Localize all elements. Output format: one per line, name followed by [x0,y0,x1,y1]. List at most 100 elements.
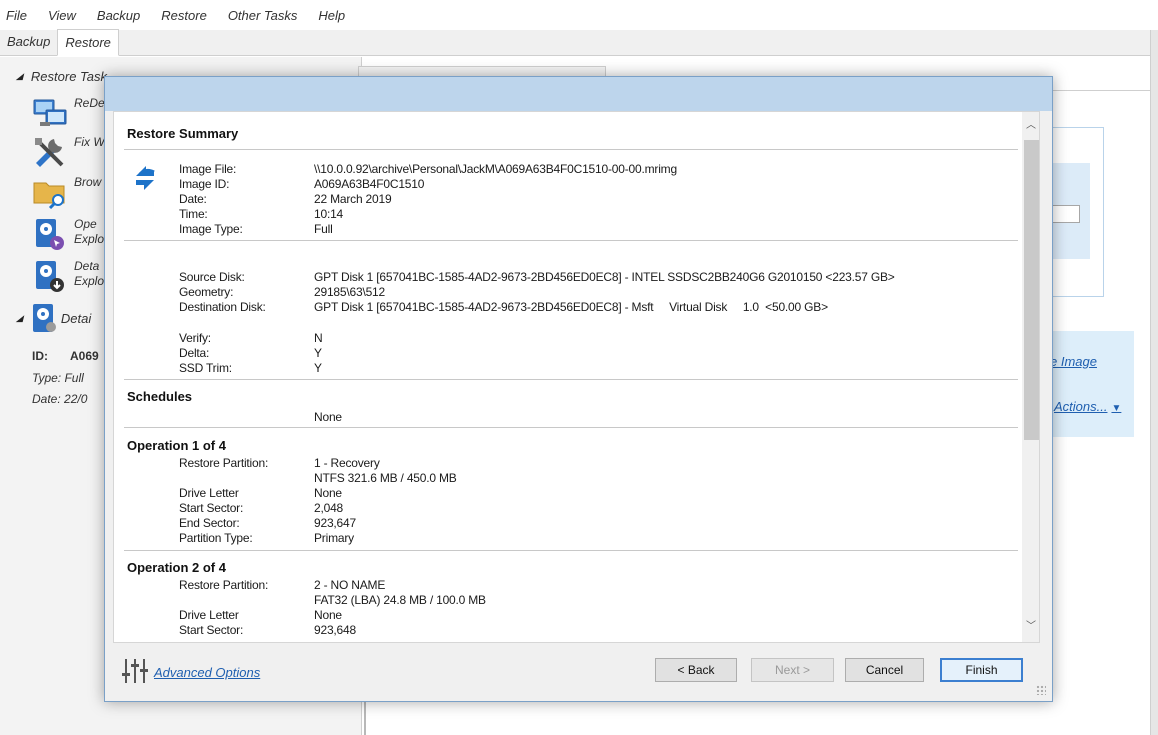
op2-label: Restore Partition: [179,578,269,592]
disk-detach-icon [32,259,68,293]
op2-value: 923,648 [314,623,356,637]
row-delta: Delta: Y [114,346,1014,361]
op2-value: 2 - NO NAME [314,578,386,592]
op1-label: End Sector: [179,516,240,530]
task-browse[interactable]: Brow [32,175,102,210]
row-schedules: None [114,410,1014,425]
menu-file[interactable]: File [6,8,27,23]
menu-restore[interactable]: Restore [161,8,207,23]
op1-label: Start Sector: [179,501,244,515]
row-geometry: Geometry: 29185\63\512 [114,285,1014,300]
op1-value: None [314,486,342,500]
back-button[interactable]: < Back [655,658,737,682]
label-ssd-trim: SSD Trim: [179,361,232,375]
op1-row: Partition Type: Primary [114,531,1014,546]
tools-icon [32,135,68,169]
op2-value: FAT32 (LBA) 24.8 MB / 100.0 MB [314,593,486,607]
row-date: Date: 22 March 2019 [114,192,1014,207]
row-verify: Verify: N [114,331,1014,346]
advanced-options-link[interactable]: Advanced Options [154,665,260,680]
label-image-id: Image ID: [179,177,230,191]
task-detach-explorer-label: Deta Explo [74,259,104,289]
label-verify: Verify: [179,331,211,345]
op1-label: Drive Letter [179,486,239,500]
task-redeploy[interactable]: ReDe [32,96,105,130]
separator [124,379,1018,380]
op1-value: 1 - Recovery [314,456,380,470]
task-fix-windows[interactable]: Fix W [32,135,105,169]
summary-scrollbar[interactable]: ︿ ﹀ [1022,112,1039,642]
op2-value: None [314,608,342,622]
value-time: 10:14 [314,207,344,221]
task-open-explorer[interactable]: Ope Explo [32,217,104,251]
details-heading-label: Detai [60,310,92,326]
op2-label: Start Sector: [179,623,244,637]
menu-help[interactable]: Help [318,8,345,23]
op1-value: NTFS 321.6 MB / 450.0 MB [314,471,457,485]
op2-row: Drive Letter None [114,608,1014,623]
background-image-link[interactable]: e Image [1050,354,1097,369]
label-delta: Delta: [179,346,210,360]
scroll-down-icon[interactable]: ﹀ [1022,617,1039,637]
label-source-disk: Source Disk: [179,270,245,284]
op1-row: NTFS 321.6 MB / 450.0 MB [114,471,1014,486]
row-time: Time: 10:14 [114,207,1014,222]
op2-row: Start Sector: 923,648 [114,623,1014,638]
detail-type-text: Type: Full [32,371,84,385]
row-destination-disk: Destination Disk: GPT Disk 1 [657041BC-15… [114,300,1014,315]
menu-view[interactable]: View [48,8,76,23]
task-detach-explorer[interactable]: Deta Explo [32,259,104,293]
folder-search-icon [32,175,68,210]
op2-label: Drive Letter [179,608,239,622]
cancel-button[interactable]: Cancel [845,658,924,682]
scrollbar-thumb[interactable] [1024,140,1039,440]
value-source-disk: GPT Disk 1 [657041BC-1585-4AD2-9673-2BD4… [314,270,895,284]
menu-backup[interactable]: Backup [97,8,140,23]
value-destination-disk: GPT Disk 1 [657041BC-1585-4AD2-9673-2BD4… [314,300,828,314]
value-image-file: \\10.0.0.92\archive\Personal\JackM\A069A… [314,162,677,176]
tab-restore[interactable]: Restore [57,29,119,56]
resize-grip-icon[interactable] [1036,685,1046,695]
label-date: Date: [179,192,207,206]
op1-row: Start Sector: 2,048 [114,501,1014,516]
background-actions-link[interactable]: Actions... ▼ [1054,399,1121,414]
scroll-up-icon[interactable]: ︿ [1022,116,1039,136]
task-detach-line2: Explo [74,274,105,288]
label-time: Time: [179,207,208,221]
dialog-title-bar[interactable] [105,77,1052,111]
dialog-footer: Advanced Options < Back Next > Cancel Fi… [105,643,1052,701]
op1-label: Restore Partition: [179,456,269,470]
restore-tasks-heading[interactable]: ◢ Restore Task [16,69,107,84]
window-right-edge [1150,30,1158,735]
background-actions-panel [1046,331,1134,437]
label-geometry: Geometry: [179,285,234,299]
next-button[interactable]: Next > [751,658,834,682]
tab-backup[interactable]: Backup [0,29,57,55]
main-tab-bar: Backup Restore [0,29,1150,56]
separator [124,240,1018,241]
label-destination-disk: Destination Disk: [179,300,266,314]
restore-wizard-dialog: Restore Summary Image File: \\10.0.0.92\a… [104,76,1053,702]
value-schedules: None [314,410,342,424]
redeploy-icon [32,96,68,130]
value-verify: N [314,331,323,345]
task-detach-line1: Deta [74,259,100,273]
restore-summary-panel: Restore Summary Image File: \\10.0.0.92\a… [113,111,1040,643]
task-browse-label: Brow [74,175,102,189]
details-heading[interactable]: ◢ Detai [16,303,91,333]
op1-label: Partition Type: [179,531,253,545]
collapse-triangle-icon[interactable]: ◢ [16,313,23,324]
task-open-explorer-label: Ope Explo [74,217,104,247]
background-input [1050,205,1080,223]
schedules-title: Schedules [127,389,193,404]
collapse-triangle-icon[interactable]: ◢ [16,71,23,82]
restore-tasks-label: Restore Task [30,69,108,84]
menu-other-tasks[interactable]: Other Tasks [228,8,298,23]
finish-button[interactable]: Finish [940,658,1023,682]
value-image-id: A069A63B4F0C1510 [314,177,425,191]
op1-value: 923,647 [314,516,356,530]
op2-row: FAT32 (LBA) 24.8 MB / 100.0 MB [114,593,1014,608]
dropdown-arrow-icon: ▼ [1111,403,1122,414]
sliders-icon[interactable] [121,657,149,685]
operation1-title: Operation 1 of 4 [127,438,226,453]
